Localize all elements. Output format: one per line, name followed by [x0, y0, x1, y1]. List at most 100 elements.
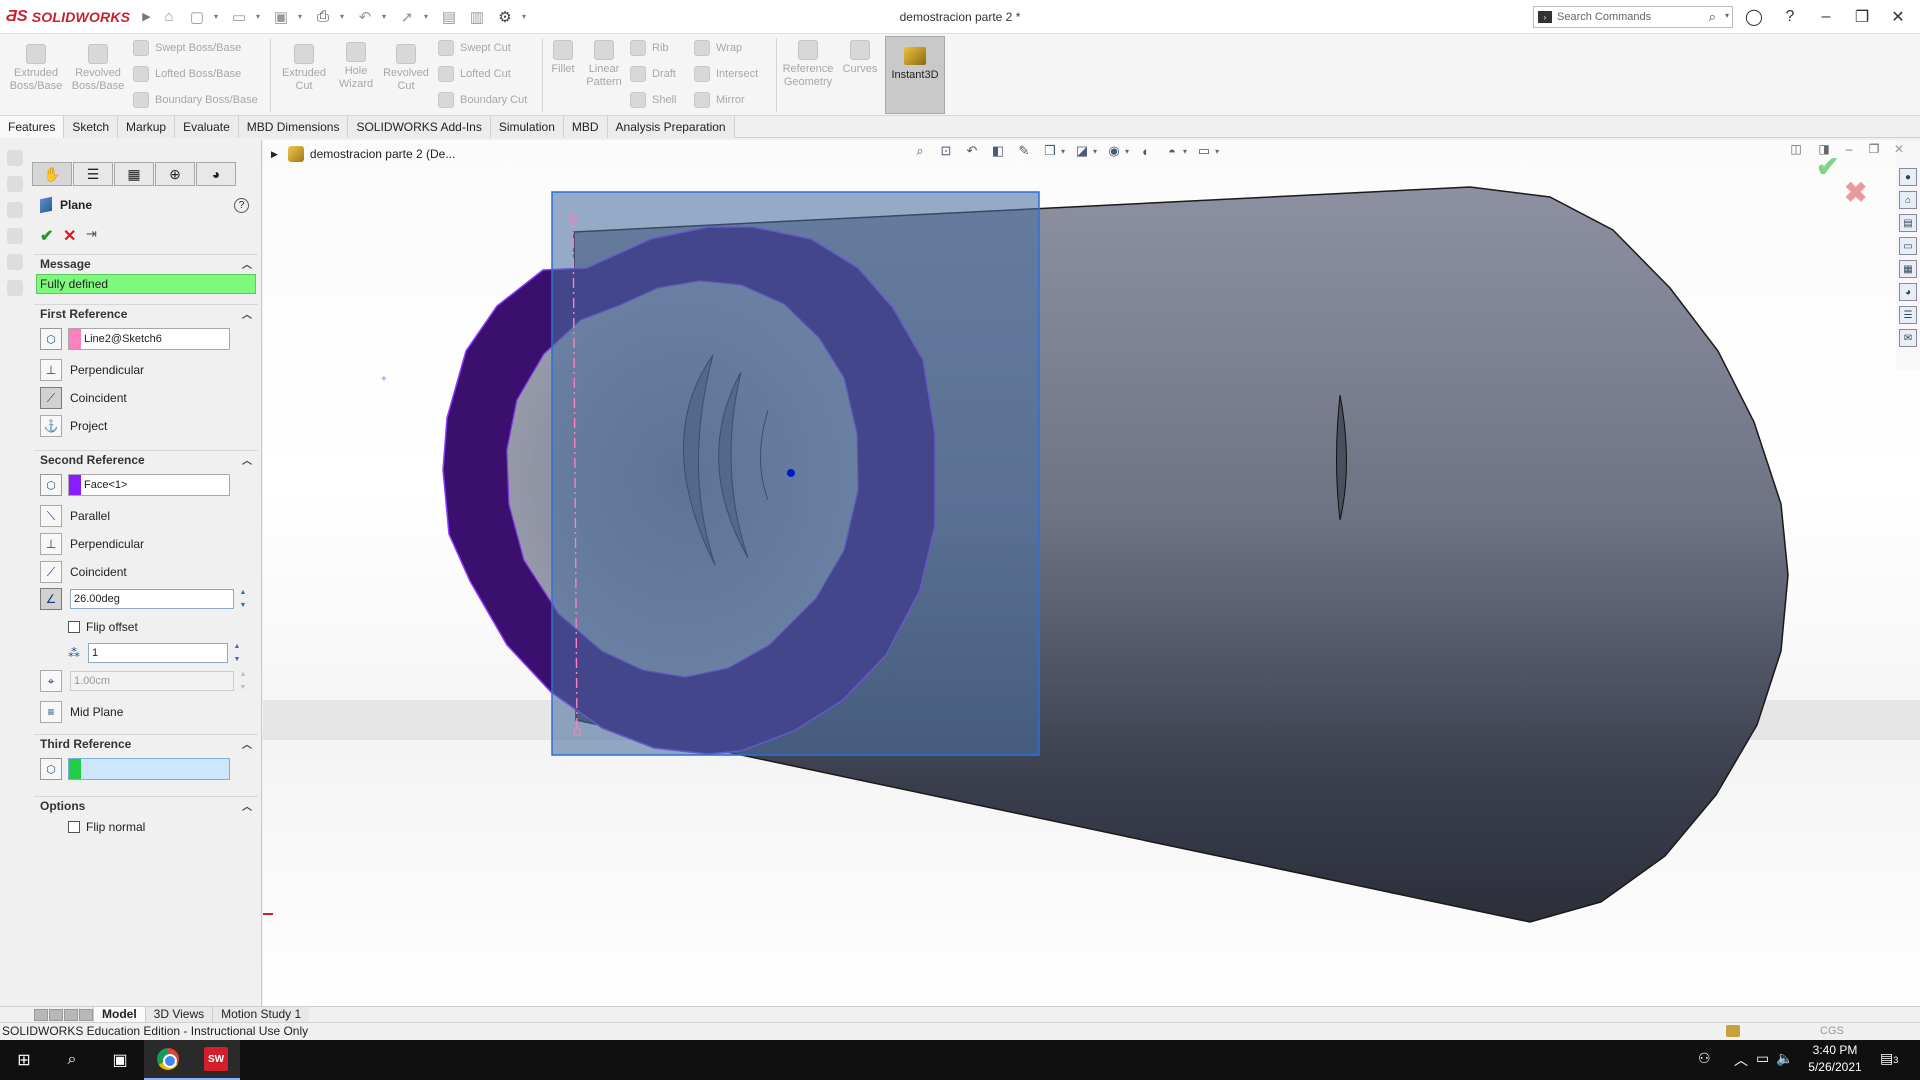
close-button[interactable]: ✕ [1886, 6, 1910, 28]
message-group-header[interactable]: Message ︿ [34, 254, 258, 271]
third-reference-selection[interactable] [68, 758, 230, 780]
tab-markup[interactable]: Markup [118, 116, 176, 138]
dropdown-icon[interactable]: ▾ [1183, 147, 1187, 156]
dropdown-icon[interactable]: ▾ [1093, 147, 1097, 156]
help-icon[interactable]: ? [1778, 6, 1802, 28]
curves-button[interactable]: Curves [840, 40, 880, 76]
collapse-icon[interactable]: ︿ [242, 306, 252, 321]
first-tab-icon[interactable] [34, 1009, 48, 1021]
view-settings-icon[interactable]: ▭ [1195, 142, 1213, 160]
hide-show-items-icon[interactable]: ◉ [1105, 142, 1123, 160]
network-icon[interactable]: ▭ [1756, 1050, 1769, 1067]
save-dropdown-icon[interactable]: ▾ [298, 12, 306, 21]
draft-button[interactable]: Draft [630, 66, 676, 82]
collapse-icon[interactable]: ︿ [242, 256, 252, 271]
new-document-icon[interactable]: ▢ [186, 6, 208, 28]
smart-dimension-icon[interactable] [7, 228, 23, 244]
restore-button[interactable]: ❐ [1850, 6, 1874, 28]
swept-boss-button[interactable]: Swept Boss/Base [133, 40, 241, 56]
collapse-icon[interactable]: ︿ [242, 798, 252, 813]
minimize-button[interactable]: – [1814, 6, 1838, 28]
custom-properties-icon[interactable]: ☰ [1899, 306, 1917, 324]
tab-solidworks-add-ins[interactable]: SOLIDWORKS Add-Ins [348, 116, 491, 138]
boundary-cut-button[interactable]: Boundary Cut [438, 92, 527, 108]
graphics-area[interactable]: + ▶ demostracion parte 2 (De... ⌕ ⊡ ↶ ◧ … [263, 140, 1920, 1008]
tab-simulation[interactable]: Simulation [490, 116, 564, 138]
dynamic-annotation-icon[interactable]: ✎ [1015, 142, 1033, 160]
people-icon[interactable]: ⚇ [1698, 1050, 1711, 1067]
linear-pattern-button[interactable]: Linear Pattern [582, 40, 626, 89]
dropdown-icon[interactable]: ▾ [1061, 147, 1065, 156]
lofted-boss-button[interactable]: Lofted Boss/Base [133, 66, 241, 82]
previous-tab-icon[interactable] [49, 1009, 63, 1021]
last-tab-icon[interactable] [79, 1009, 93, 1021]
edit-appearance-icon[interactable]: ◐ [1137, 142, 1155, 160]
intersect-button[interactable]: Intersect [694, 66, 758, 82]
tab-motion-study[interactable]: Motion Study 1 [212, 1007, 310, 1023]
save-icon[interactable]: ▣ [270, 6, 292, 28]
angle-spinner[interactable]: ▲ ▼ [236, 589, 250, 609]
confirmation-cancel-icon[interactable]: ✖ [1844, 176, 1867, 209]
second-perpendicular-option[interactable]: ⊥ Perpendicular [40, 532, 144, 556]
instances-input[interactable]: 1 [88, 643, 228, 663]
file-explorer-icon[interactable]: ▭ [1899, 237, 1917, 255]
print-icon[interactable]: ⎙ [312, 6, 334, 28]
first-project-option[interactable]: ⚓ Project [40, 414, 107, 438]
search-dropdown-icon[interactable]: ▾ [1725, 11, 1729, 20]
extruded-cut-button[interactable]: Extruded Cut [276, 44, 332, 93]
swept-cut-button[interactable]: Swept Cut [438, 40, 511, 56]
open-dropdown-icon[interactable]: ▾ [256, 12, 264, 21]
viewport-minimize-icon[interactable]: – [1841, 142, 1857, 158]
first-reference-header[interactable]: First Reference ︿ [34, 304, 258, 321]
view-orientation-icon[interactable]: ❒ [1041, 142, 1059, 160]
expand-arrow-icon[interactable]: ▶ [271, 149, 278, 160]
rotation-handle[interactable] [787, 469, 795, 477]
spin-up-icon[interactable]: ▲ [240, 589, 247, 596]
undo-icon[interactable]: ↶ [354, 6, 376, 28]
first-perpendicular-option[interactable]: ⊥ Perpendicular [40, 358, 144, 382]
windows-start-icon[interactable]: ⊞ [0, 1040, 48, 1080]
tab-model[interactable]: Model [93, 1007, 145, 1023]
pin-icon[interactable]: ⇥ [86, 226, 97, 242]
dropdown-icon[interactable]: ▾ [1215, 147, 1219, 156]
zoom-to-area-icon[interactable]: ⊡ [937, 142, 955, 160]
previous-view-icon[interactable]: ↶ [963, 142, 981, 160]
instant3d-button[interactable]: Instant3D [885, 36, 945, 114]
view-palette-icon[interactable]: ▦ [1899, 260, 1917, 278]
revolved-cut-button[interactable]: Revolved Cut [378, 44, 434, 93]
collapse-icon[interactable]: ︿ [242, 736, 252, 751]
menu-arrow-icon[interactable]: ▶ [142, 10, 151, 23]
confirmation-ok-icon[interactable]: ✔ [1816, 150, 1839, 183]
fillet-button[interactable]: Fillet [548, 40, 578, 76]
configuration-manager-icon[interactable]: ▦ [114, 162, 154, 186]
tab-sketch[interactable]: Sketch [64, 116, 119, 138]
second-reference-header[interactable]: Second Reference ︿ [34, 450, 258, 467]
tab-3d-views[interactable]: 3D Views [144, 1007, 213, 1023]
search-icon[interactable]: ⌕ [1709, 9, 1716, 25]
rebuild-icon[interactable]: ▤ [438, 6, 460, 28]
sketch-tool-icon[interactable] [7, 150, 23, 166]
chrome-taskbar-button[interactable] [144, 1040, 192, 1080]
first-coincident-option[interactable]: ⟋ Coincident [40, 386, 127, 410]
display-manager-icon[interactable]: ◕ [196, 162, 236, 186]
angle-icon[interactable]: ∠ [40, 588, 62, 610]
plane-preview[interactable] [551, 191, 1040, 756]
select-dropdown-icon[interactable]: ▾ [424, 12, 432, 21]
appearances-icon[interactable]: ◕ [1899, 283, 1917, 301]
system-clock[interactable]: 3:40 PM 5/26/2021 [1795, 1042, 1875, 1076]
file-properties-icon[interactable]: ▥ [466, 6, 488, 28]
task-view-icon[interactable]: ▣ [96, 1040, 144, 1080]
forum-icon[interactable]: ✉ [1899, 329, 1917, 347]
home-icon[interactable]: ⌂ [1899, 191, 1917, 209]
lofted-cut-button[interactable]: Lofted Cut [438, 66, 511, 82]
wrap-button[interactable]: Wrap [694, 40, 742, 56]
apply-scene-icon[interactable]: ◓ [1163, 142, 1181, 160]
dimxpert-manager-icon[interactable]: ⊕ [155, 162, 195, 186]
rib-button[interactable]: Rib [630, 40, 669, 56]
point-tool-icon[interactable] [7, 202, 23, 218]
second-reference-selection[interactable]: Face<1> [68, 474, 230, 496]
undo-dropdown-icon[interactable]: ▾ [382, 12, 390, 21]
extruded-boss-button[interactable]: Extruded Boss/Base [8, 44, 64, 93]
collapse-icon[interactable]: ︿ [242, 452, 252, 467]
model-viewport[interactable]: + [263, 140, 1920, 1008]
